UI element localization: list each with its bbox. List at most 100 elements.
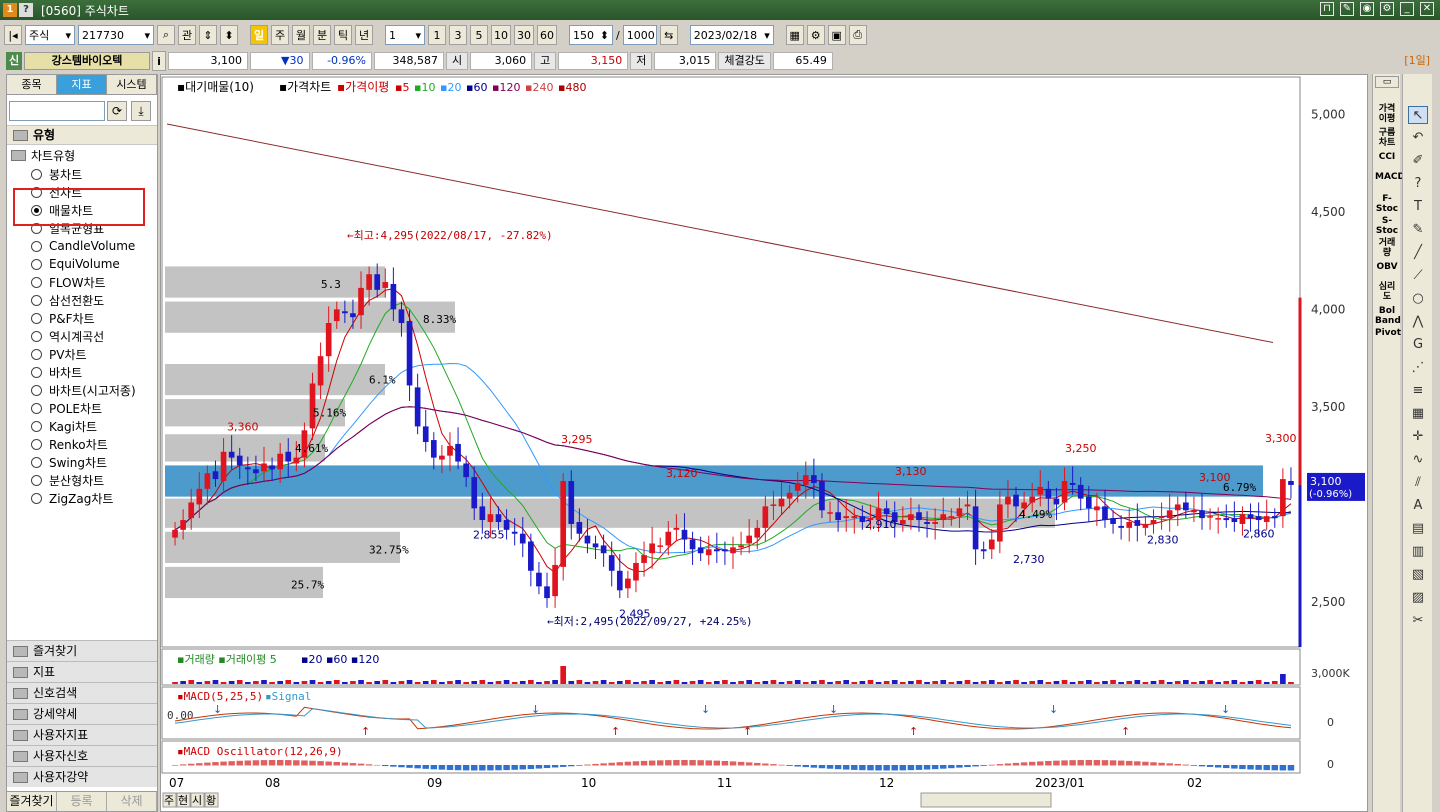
- indicator-shortcut[interactable]: 구름차트: [1375, 128, 1399, 148]
- period-minute-button[interactable]: 분: [313, 25, 331, 45]
- pin-icon[interactable]: ⊓: [1320, 2, 1334, 16]
- search-icon[interactable]: ⌕: [157, 25, 175, 45]
- radio-icon[interactable]: [31, 312, 42, 324]
- tab-indicator[interactable]: 지표: [57, 75, 107, 94]
- tree-chart-types[interactable]: 차트유형: [11, 147, 75, 164]
- stock-name[interactable]: 강스템바이오텍: [24, 52, 150, 70]
- updown-icon[interactable]: ⬍: [220, 25, 238, 45]
- help-icon[interactable]: ?: [19, 3, 33, 17]
- cursor-icon[interactable]: ↖: [1408, 106, 1428, 124]
- market-select[interactable]: 주식 ▾: [25, 25, 75, 45]
- brush-icon[interactable]: ✎: [1408, 221, 1428, 239]
- chart-type-item[interactable]: PV차트: [31, 345, 136, 363]
- radio-icon[interactable]: [31, 330, 42, 342]
- indicator-search-input[interactable]: [9, 101, 105, 121]
- wave-icon[interactable]: ∿: [1408, 451, 1428, 469]
- layout-icon[interactable]: ▦: [785, 25, 804, 45]
- delete-button[interactable]: 삭제: [107, 792, 157, 811]
- refresh-icon[interactable]: ⟳: [107, 101, 127, 121]
- eraser-icon[interactable]: ✐: [1408, 152, 1428, 170]
- section-user-indicator[interactable]: 사용자지표: [7, 724, 157, 745]
- tab-stock[interactable]: 종목: [7, 75, 57, 94]
- indicator-shortcut[interactable]: Pivot: [1375, 328, 1401, 338]
- total-count-input[interactable]: 1000: [622, 25, 657, 45]
- radio-icon[interactable]: [31, 438, 42, 450]
- settings-icon[interactable]: ⚙: [1380, 2, 1394, 16]
- radio-icon[interactable]: [31, 294, 42, 306]
- indicator-shortcut[interactable]: 심리도: [1375, 282, 1399, 302]
- radio-icon[interactable]: [31, 348, 42, 360]
- fan-icon[interactable]: ⋰: [1408, 359, 1428, 377]
- chart-type-item[interactable]: CandleVolume: [31, 237, 136, 255]
- line-icon[interactable]: ╱: [1408, 244, 1428, 262]
- section-indicators[interactable]: 지표: [7, 661, 157, 682]
- chart-type-item[interactable]: Renko차트: [31, 435, 136, 453]
- interval-3-button[interactable]: 3: [449, 25, 467, 45]
- period-day-button[interactable]: 일: [250, 25, 268, 45]
- close-icon[interactable]: ✕: [1420, 2, 1434, 16]
- save-icon[interactable]: ▣: [827, 25, 846, 45]
- channel-icon[interactable]: ⫽: [1408, 474, 1428, 492]
- help-icon[interactable]: ?: [1408, 175, 1428, 193]
- window-icon[interactable]: ▤: [1408, 520, 1428, 538]
- section-user-strength[interactable]: 사용자강약: [7, 766, 157, 787]
- radio-icon[interactable]: [31, 492, 42, 504]
- chart-type-item[interactable]: EquiVolume: [31, 255, 136, 273]
- section-favorites[interactable]: 즐겨찾기: [7, 640, 157, 661]
- radio-icon[interactable]: [31, 168, 42, 180]
- zigzag-icon[interactable]: ⋀: [1408, 313, 1428, 331]
- period-week-button[interactable]: 주: [271, 25, 289, 45]
- mode-button[interactable]: 관: [178, 25, 196, 45]
- ray-icon[interactable]: ⟋: [1408, 267, 1428, 285]
- download-icon[interactable]: ⤓: [131, 101, 151, 121]
- chart-type-item[interactable]: ZigZag차트: [31, 489, 136, 507]
- indicator-shortcut[interactable]: 가격이평: [1375, 104, 1399, 124]
- indicator-shortcut[interactable]: S-Stoc: [1375, 216, 1399, 236]
- indicator-shortcut[interactable]: CCI: [1375, 152, 1399, 162]
- display-count-stepper[interactable]: 150 ⬍: [569, 25, 613, 45]
- doc-icon[interactable]: ▥: [1408, 543, 1428, 561]
- app-icon[interactable]: 1: [3, 3, 17, 17]
- info-icon[interactable]: i: [152, 51, 166, 71]
- period-month-button[interactable]: 월: [292, 25, 310, 45]
- chart-type-item[interactable]: 봉차트: [31, 165, 136, 183]
- radio-icon[interactable]: [31, 474, 42, 486]
- indicator-shortcut[interactable]: 거래량: [1375, 238, 1399, 258]
- prev-stock-button[interactable]: |◂: [4, 25, 22, 45]
- chart-type-item[interactable]: 분산형차트: [31, 471, 136, 489]
- chart-type-item[interactable]: 바차트(시고저종): [31, 381, 136, 399]
- indicator-shortcut[interactable]: F-Stoc: [1375, 194, 1399, 214]
- config-icon[interactable]: ⚙: [806, 25, 825, 45]
- undo-icon[interactable]: ↶: [1408, 129, 1428, 147]
- chart-type-item[interactable]: POLE차트: [31, 399, 136, 417]
- g-icon[interactable]: G: [1408, 336, 1428, 354]
- print-icon[interactable]: ⎙: [848, 25, 867, 45]
- collapse-icon[interactable]: ▭: [1375, 76, 1399, 88]
- interval-10-button[interactable]: 10: [491, 25, 511, 45]
- cross-icon[interactable]: ✛: [1408, 428, 1428, 446]
- stock-code-input[interactable]: 217730 ▾: [78, 25, 154, 45]
- price-chart[interactable]: ▪대기매물(10) ▪가격차트 ▪가격이평 ▪5 ▪10 ▪20 ▪60 ▪120 ▪240 ▪4…: [161, 75, 1367, 811]
- section-signal-search[interactable]: 신호검색: [7, 682, 157, 703]
- radio-icon[interactable]: [31, 258, 42, 270]
- camera-icon[interactable]: ◉: [1360, 2, 1374, 16]
- radio-icon[interactable]: [31, 240, 42, 252]
- chart-type-item[interactable]: 삼선전환도: [31, 291, 136, 309]
- text-icon[interactable]: T: [1408, 198, 1428, 216]
- zoom-icon[interactable]: ⇆: [659, 25, 678, 45]
- grid-icon[interactable]: ▦: [1408, 405, 1428, 423]
- scroll-icon[interactable]: ⇕: [199, 25, 217, 45]
- chart-type-item[interactable]: P&F차트: [31, 309, 136, 327]
- favorites-button[interactable]: 즐겨찾기: [7, 792, 57, 811]
- code-icon[interactable]: ▨: [1408, 589, 1428, 607]
- chart-type-item[interactable]: Swing차트: [31, 453, 136, 471]
- date-picker[interactable]: 2023/02/18 ▾: [689, 25, 774, 45]
- register-button[interactable]: 등록: [57, 792, 107, 811]
- section-type[interactable]: 유형: [7, 125, 157, 145]
- interval-5-button[interactable]: 5: [470, 25, 488, 45]
- fib-icon[interactable]: ≡: [1408, 382, 1428, 400]
- interval-1-button[interactable]: 1: [428, 25, 446, 45]
- chart-type-item[interactable]: 역시계곡선: [31, 327, 136, 345]
- section-user-signal[interactable]: 사용자신호: [7, 745, 157, 766]
- chart-type-item[interactable]: 바차트: [31, 363, 136, 381]
